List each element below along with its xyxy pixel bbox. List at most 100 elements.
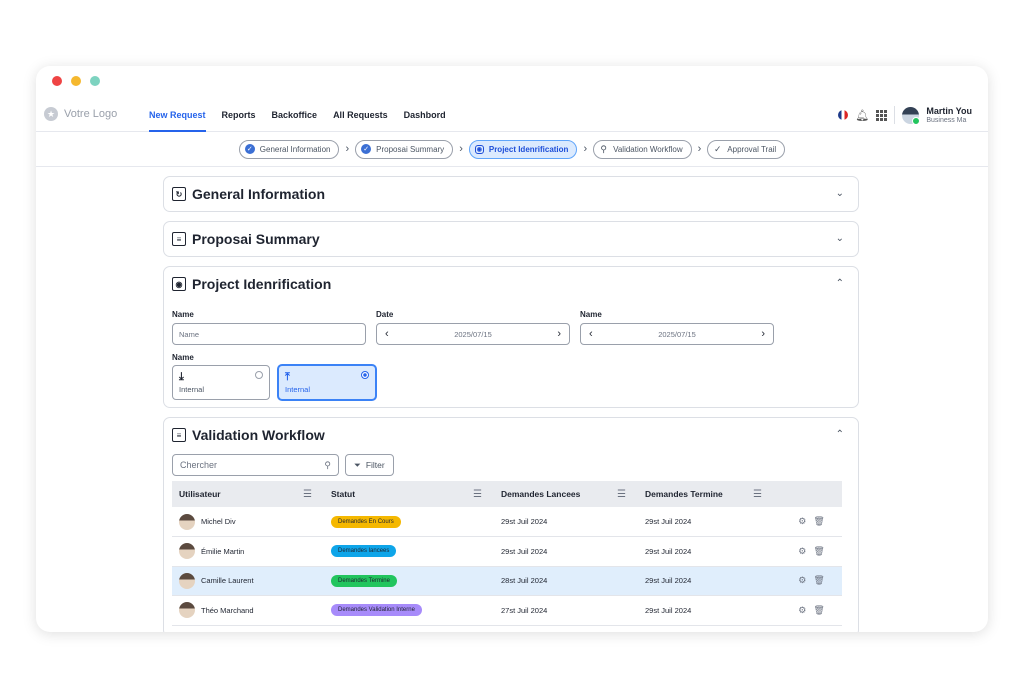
nav-new-request[interactable]: New Request bbox=[149, 98, 206, 132]
step-label: Approval Trail bbox=[727, 144, 777, 154]
date-picker[interactable]: ‹ 2025/07/15 › bbox=[376, 323, 570, 345]
date-termine: 29st Juil 2024 bbox=[638, 507, 774, 537]
filter-label: Filter bbox=[365, 460, 385, 470]
close-dot[interactable] bbox=[52, 76, 62, 86]
field-row: Name Name Date ‹ 2025/07/15 › Name ‹ 202… bbox=[172, 310, 774, 345]
section-title: Project Idenrification bbox=[192, 276, 332, 292]
document-icon: ≡ bbox=[172, 232, 186, 246]
section-title: General Information bbox=[192, 186, 326, 202]
table-row[interactable]: Michel Div Demandes En Cours 29st Juil 2… bbox=[172, 507, 842, 537]
date-lancees: 29st Juil 2024 bbox=[494, 536, 638, 567]
section-header[interactable]: ◉ Project Idenrification ⌃ bbox=[164, 267, 858, 301]
chevron-right-icon: › bbox=[459, 143, 463, 155]
main-content: ↻ General Information ⌄ ≡ Proposai Summa… bbox=[163, 176, 859, 632]
step-label: Proposai Summary bbox=[376, 144, 445, 154]
settings-icon[interactable]: ⚙ bbox=[798, 516, 806, 527]
section-header[interactable]: ≡ Validation Workflow ⌃ bbox=[164, 418, 858, 452]
section-header[interactable]: ↻ General Information ⌄ bbox=[164, 177, 858, 211]
chevron-right-icon[interactable]: › bbox=[557, 328, 561, 340]
step-general-information[interactable]: ✓ General Information bbox=[238, 139, 340, 159]
section-proposal-summary: ≡ Proposai Summary ⌄ bbox=[163, 221, 859, 257]
document-sync-icon: ↻ bbox=[172, 187, 186, 201]
minimize-dot[interactable] bbox=[71, 76, 81, 86]
logo-text: Votre Logo bbox=[64, 108, 118, 120]
french-flag-icon[interactable] bbox=[838, 110, 849, 120]
window-controls bbox=[52, 76, 100, 86]
document-icon: ≡ bbox=[172, 428, 186, 442]
sort-icon: ☰ bbox=[617, 488, 626, 500]
chevron-left-icon[interactable]: ‹ bbox=[385, 328, 389, 340]
app-window: ★ Votre Logo New Request Reports Backoff… bbox=[36, 66, 988, 632]
user-name: Théo Marchand bbox=[201, 605, 254, 615]
filter-button[interactable]: ⏷ Filter bbox=[345, 454, 394, 476]
table-row[interactable]: Camille Laurent Demandes Termine 28st Ju… bbox=[172, 566, 842, 596]
nav-dashbord[interactable]: Dashbord bbox=[404, 98, 446, 132]
chevron-down-icon[interactable]: ⌄ bbox=[836, 233, 844, 244]
date-picker-2[interactable]: ‹ 2025/07/15 › bbox=[580, 323, 774, 345]
date-lancees: 29st Juil 2024 bbox=[494, 507, 638, 537]
section-title: Proposai Summary bbox=[192, 231, 320, 247]
nav-reports[interactable]: Reports bbox=[222, 98, 256, 132]
chevron-down-icon[interactable]: ⌄ bbox=[836, 188, 844, 199]
status-badge: Demandes Validation Interne bbox=[331, 604, 422, 617]
user-name: Camille Laurent bbox=[201, 576, 254, 586]
user-info[interactable]: Martin You Business Ma bbox=[926, 106, 972, 125]
logo[interactable]: ★ Votre Logo bbox=[44, 107, 117, 121]
date-lancees: 27st Juil 2024 bbox=[494, 595, 638, 626]
step-label: Validation Workflow bbox=[613, 144, 683, 154]
maximize-dot[interactable] bbox=[90, 76, 100, 86]
user-avatar[interactable] bbox=[902, 106, 921, 125]
section-header[interactable]: ≡ Proposai Summary ⌄ bbox=[164, 222, 858, 256]
apps-grid-icon[interactable] bbox=[876, 109, 888, 121]
stepper: ✓ General Information › ✓ Proposai Summa… bbox=[36, 132, 988, 167]
trash-icon[interactable]: 🗑︎ bbox=[813, 546, 824, 557]
radio-label: Internal bbox=[285, 385, 311, 394]
col-utilisateur[interactable]: Utilisateur ☰ bbox=[172, 481, 324, 507]
search-icon: ⚲ bbox=[324, 459, 331, 470]
col-demandes-lancees[interactable]: Demandes Lancees ☰ bbox=[494, 481, 638, 507]
settings-icon[interactable]: ⚙ bbox=[798, 546, 806, 557]
status-badge: Demandes Termine bbox=[331, 574, 397, 587]
chevron-right-icon[interactable]: › bbox=[761, 328, 765, 340]
trash-icon[interactable]: 🗑︎ bbox=[813, 575, 824, 586]
nav-backoffice[interactable]: Backoffice bbox=[272, 98, 318, 132]
step-approval-trail[interactable]: ✓ Approval Trail bbox=[707, 139, 786, 159]
col-actions bbox=[774, 481, 842, 507]
nav-all-requests[interactable]: All Requests bbox=[333, 98, 388, 132]
chevron-up-icon[interactable]: ⌃ bbox=[836, 429, 844, 440]
date-termine: 29st Juil 2024 bbox=[638, 595, 774, 626]
col-demandes-termine[interactable]: Demandes Termine ☰ bbox=[638, 481, 774, 507]
radio-card-download[interactable]: ⤓ Internal bbox=[172, 365, 270, 400]
trash-icon[interactable]: 🗑︎ bbox=[813, 516, 824, 527]
date-value: 2025/07/15 bbox=[658, 329, 696, 339]
chevron-right-icon: › bbox=[697, 143, 702, 155]
settings-icon[interactable]: ⚙ bbox=[798, 575, 806, 586]
bell-icon[interactable]: 🔔︎ bbox=[855, 109, 869, 122]
date-termine: 29st Juil 2024 bbox=[638, 536, 774, 567]
sort-icon: ☰ bbox=[753, 488, 762, 500]
date-lancees: 28st Juil 2024 bbox=[494, 566, 638, 596]
radio-button[interactable] bbox=[255, 371, 263, 379]
search-input[interactable]: Chercher ⚲ bbox=[172, 454, 339, 476]
chevron-left-icon[interactable]: ‹ bbox=[589, 328, 593, 340]
col-statut[interactable]: Statut ☰ bbox=[324, 481, 494, 507]
radio-button-selected[interactable] bbox=[361, 371, 369, 379]
chevron-up-icon[interactable]: ⌃ bbox=[836, 278, 844, 289]
section-title: Validation Workflow bbox=[192, 427, 325, 443]
settings-icon[interactable]: ⚙ bbox=[798, 605, 806, 616]
radio-card-upload[interactable]: ⤒ Internal bbox=[278, 365, 376, 400]
field-label: Date bbox=[376, 310, 394, 319]
avatar bbox=[179, 543, 195, 560]
name-input[interactable]: Name bbox=[172, 323, 366, 345]
table-row[interactable]: Émilie Martin Demandes lancees 29st Juil… bbox=[172, 536, 842, 567]
step-proposal-summary[interactable]: ✓ Proposai Summary bbox=[355, 139, 454, 159]
chevron-right-icon: › bbox=[345, 143, 350, 155]
trash-icon[interactable]: 🗑︎ bbox=[813, 605, 824, 616]
upload-icon: ⤒ bbox=[285, 371, 290, 383]
table-row[interactable]: Théo Marchand Demandes Validation Intern… bbox=[172, 595, 842, 626]
step-project-identification[interactable]: ◉ Project Idenrification bbox=[468, 139, 578, 159]
chevron-right-icon: › bbox=[583, 143, 588, 155]
name2-field: Name ‹ 2025/07/15 › bbox=[580, 310, 774, 345]
step-validation-workflow[interactable]: ⚲ Validation Workflow bbox=[593, 139, 692, 159]
user-name: Michel Div bbox=[201, 517, 236, 526]
